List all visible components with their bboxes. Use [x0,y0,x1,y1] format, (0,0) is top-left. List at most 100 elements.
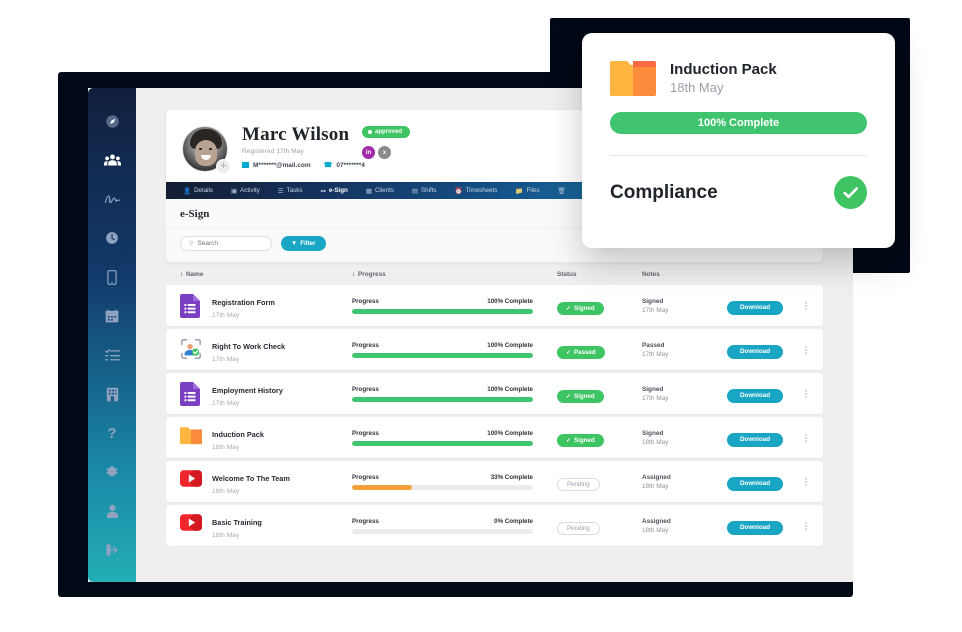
badge-circle-purple[interactable]: in [362,146,375,159]
status-badge-label: approved [375,129,403,135]
table-row[interactable]: Employment History 17th May Progress 100% C… [166,373,823,414]
compliance-label: Compliance [610,181,718,203]
progress-cell: Progress 100% Complete [352,298,533,314]
tab-label: Tasks [286,187,303,194]
sidebar-item-calendar[interactable] [101,305,123,327]
progress-label: Progress [352,473,379,481]
tab-label: Clients [374,187,394,194]
row-name: Registration Form [212,298,275,307]
col-header-status: Status [557,271,577,278]
esign-table: ↕ Name ↕ Progress Status Notes Registrat… [166,271,823,546]
row-more-menu-icon[interactable] [802,345,809,354]
check-icon: ✓ [566,437,572,444]
table-header: ↕ Name ↕ Progress Status Notes [166,271,823,285]
tab-label: Timesheets [465,187,498,194]
filter-button[interactable]: ▼ Filter [281,236,326,251]
sidebar-item-logout[interactable] [101,539,123,561]
progress-value: 100% Complete [487,341,533,349]
avatar-add-icon[interactable]: + [216,159,231,174]
mail-icon [242,162,249,168]
sidebar-item-time[interactable] [101,227,123,249]
tab-esign[interactable]: ∾ e-Sign [311,182,356,199]
status-label: Pending [567,524,590,532]
note-date: 17th May [642,306,669,314]
badge-circle-grey[interactable]: x [378,146,391,159]
youtube-icon [180,513,202,538]
note-title: Signed [642,385,664,393]
check-dot-icon [368,130,372,134]
person-icon: 👤 [183,187,192,195]
tab-delete[interactable]: 🗑 [549,182,575,199]
sidebar-item-account[interactable] [101,500,123,522]
progress-cell: Progress 33% Complete [352,474,533,490]
download-button[interactable]: Download [727,476,784,491]
avatar[interactable]: + [182,126,231,174]
progress-fill [352,308,533,314]
row-text: Basic Training 18th May [212,512,262,539]
sidebar-item-tasks[interactable] [101,344,123,366]
row-text: Induction Pack 18th May [212,424,264,451]
table-row[interactable]: Induction Pack 18th May Progress 100% Compl… [166,417,823,458]
trash-icon: 🗑 [557,187,566,195]
sidebar-item-people[interactable] [101,149,123,171]
status-label: Passed [574,348,596,356]
folder-icon: 📁 [515,187,524,195]
progress-label: Progress [352,429,379,437]
sidebar-item-dashboard[interactable] [101,110,123,132]
popup-titles: Induction Pack 18th May [670,61,777,95]
sidebar-item-settings[interactable] [101,461,123,483]
tab-label: Files [526,187,540,194]
sidebar-item-help[interactable]: ? [101,422,123,444]
email-item[interactable]: M*******@mail.com [242,162,311,169]
sidebar-item-clients[interactable] [101,383,123,405]
col-header-notes: Notes [642,271,660,278]
sidebar-item-mobile[interactable] [101,266,123,288]
tab-label: Details [194,187,214,194]
progress-track [352,396,533,402]
row-text: Right To Work Check 17th May [212,336,285,363]
tab-activity[interactable]: ▣ Activity [222,182,269,199]
row-more-menu-icon[interactable] [802,521,809,530]
table-row[interactable]: Right To Work Check 17th May Progress 100% … [166,329,823,370]
check-icon: ✓ [566,305,572,312]
progress-track [352,308,533,314]
download-button[interactable]: Download [727,520,784,535]
tab-timesheets[interactable]: ⏰ Timesheets [446,182,507,199]
table-body: Registration Form 17th May Progress 100% Co… [166,285,823,546]
list-icon: ☰ [277,187,284,195]
tab-clients[interactable]: ▦ Clients [357,182,403,199]
id-check-icon [180,338,202,362]
tab-details[interactable]: 👤 Details [174,182,222,199]
tab-files[interactable]: 📁 Files [506,182,548,199]
download-button[interactable]: Download [727,300,784,315]
status-badge: Pending [557,477,600,491]
status-label: Signed [574,436,595,444]
status-label: Signed [574,392,595,400]
row-more-menu-icon[interactable] [802,301,809,310]
popup-compliance-row: Compliance [610,176,867,209]
phone-item[interactable]: ☎ 07*******4 [324,161,365,170]
table-row[interactable]: Registration Form 17th May Progress 100% Co… [166,285,823,326]
table-row[interactable]: Welcome To The Team 18th May Progress 33% C… [166,461,823,502]
col-header-progress[interactable]: ↕ Progress [352,271,557,278]
note-title: Assigned [642,473,671,481]
progress-label: Progress [352,297,379,305]
progress-label: Progress [352,385,379,393]
download-button[interactable]: Download [727,344,784,359]
tab-shifts[interactable]: ▤ Shifts [403,182,446,199]
table-row[interactable]: Basic Training 18th May Progress 0% Complet… [166,505,823,546]
notes-cell: Signed 17th May [642,298,727,314]
search-input[interactable] [197,240,263,247]
note-date: 18th May [642,526,669,534]
clipboard-icon: ▤ [411,187,419,195]
tab-tasks[interactable]: ☰ Tasks [269,182,312,199]
download-button[interactable]: Download [727,432,784,447]
row-more-menu-icon[interactable] [802,477,809,486]
sidebar-item-esign[interactable] [101,188,123,210]
note-date: 17th May [642,394,669,402]
download-button[interactable]: Download [727,388,784,403]
search-input-wrapper[interactable]: ⚲ [180,236,272,251]
row-more-menu-icon[interactable] [802,433,809,442]
row-more-menu-icon[interactable] [802,389,809,398]
col-header-name[interactable]: ↕ Name [180,271,352,278]
